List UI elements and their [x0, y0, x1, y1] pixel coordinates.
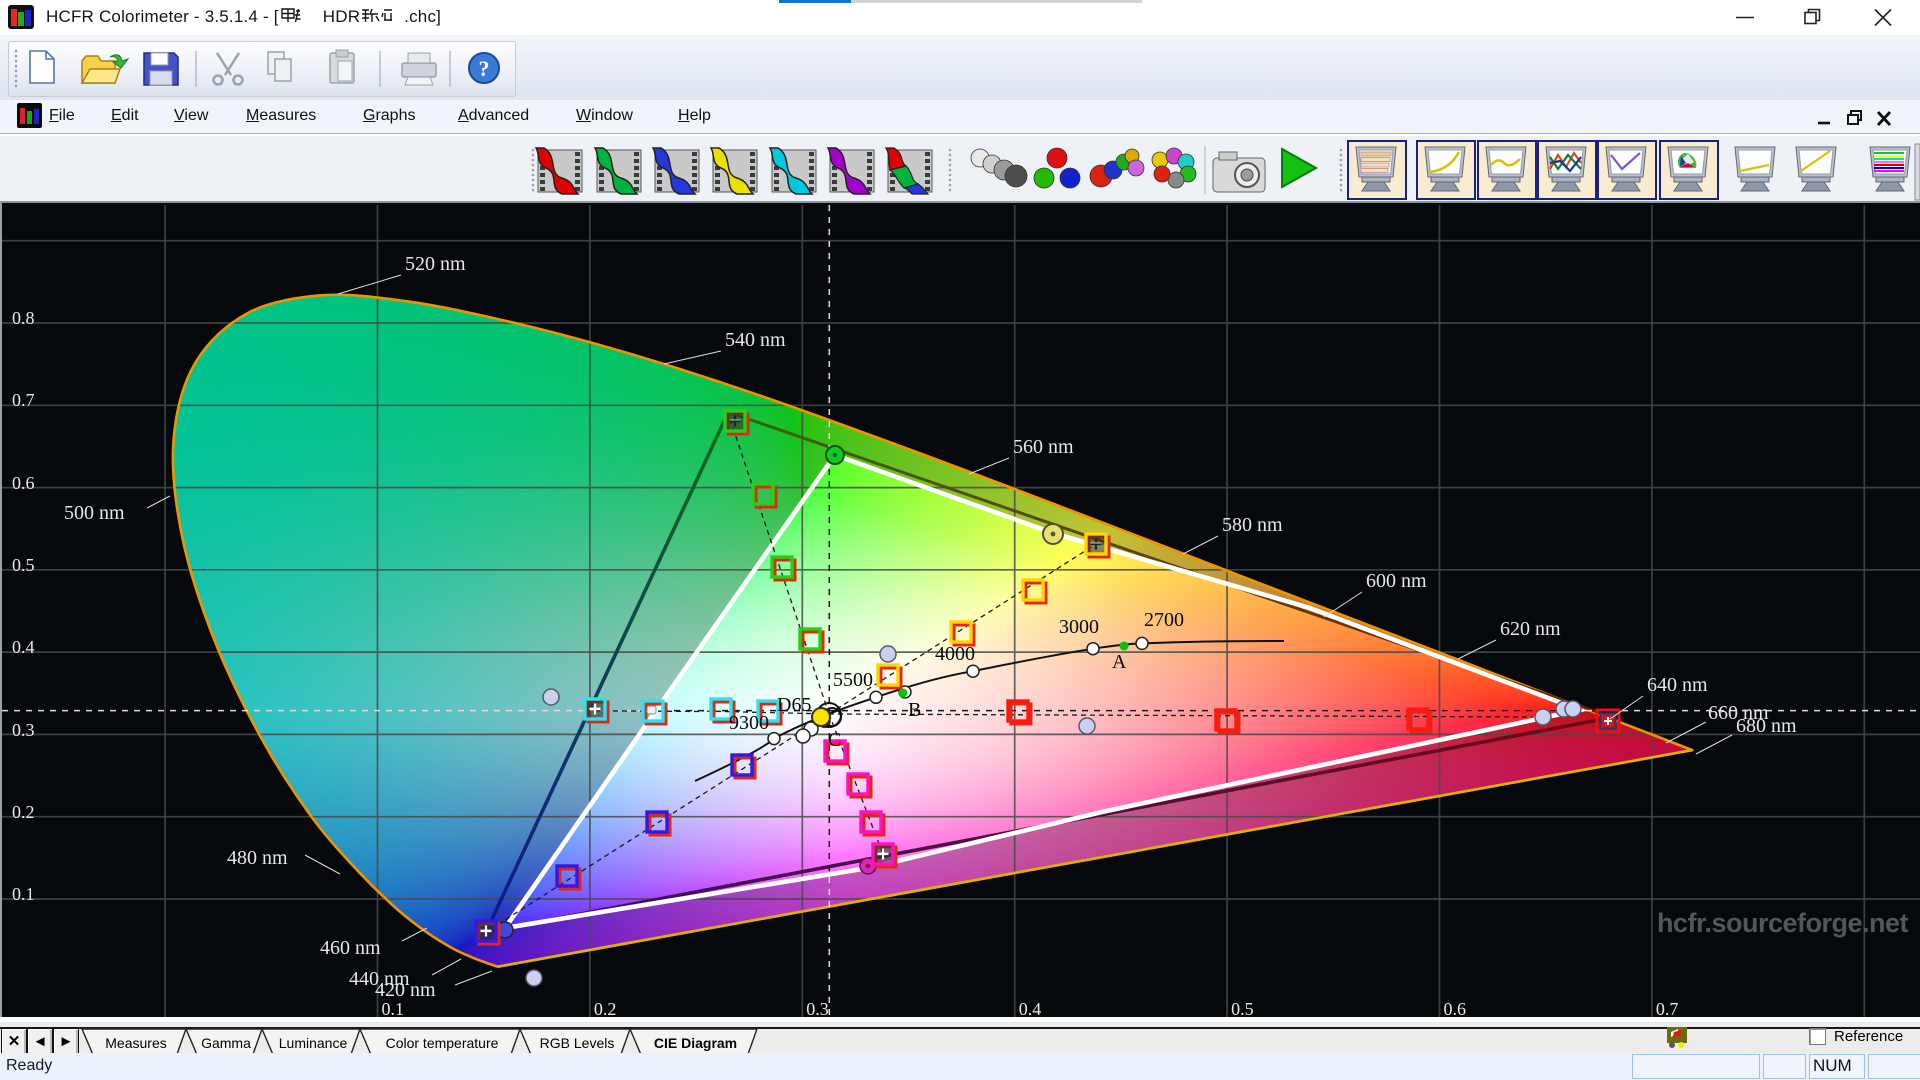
svg-text:hcfr.sourceforge.net: hcfr.sourceforge.net: [1657, 908, 1909, 938]
svg-text:Luminance: Luminance: [279, 1035, 348, 1051]
svg-text:A: A: [1112, 651, 1127, 673]
svg-text:460 nm: 460 nm: [320, 937, 381, 959]
svg-text:D65: D65: [777, 694, 811, 716]
svg-text:540 nm: 540 nm: [725, 329, 786, 351]
svg-text:9300: 9300: [729, 712, 769, 734]
svg-text:CIE Diagram: CIE Diagram: [654, 1035, 737, 1051]
svg-text:C: C: [828, 729, 841, 751]
svg-text:0.5: 0.5: [12, 555, 35, 575]
svg-text:0.8: 0.8: [12, 308, 35, 328]
svg-text:680 nm: 680 nm: [1736, 715, 1797, 737]
svg-text:600 nm: 600 nm: [1366, 570, 1427, 592]
svg-text:500 nm: 500 nm: [64, 502, 125, 524]
svg-text:B: B: [908, 699, 921, 721]
svg-text:560 nm: 560 nm: [1013, 436, 1074, 458]
svg-text:Color temperature: Color temperature: [386, 1035, 499, 1051]
svg-text:0.6: 0.6: [12, 473, 35, 493]
svg-text:2700: 2700: [1144, 609, 1184, 631]
svg-text:640 nm: 640 nm: [1647, 674, 1708, 696]
svg-text:0.3: 0.3: [806, 999, 829, 1019]
svg-text:0.7: 0.7: [12, 390, 35, 410]
svg-text:Gamma: Gamma: [201, 1035, 251, 1051]
svg-text:4000: 4000: [935, 643, 975, 665]
svg-text:0.2: 0.2: [594, 999, 617, 1019]
svg-text:0.4: 0.4: [1019, 999, 1041, 1019]
svg-text:3000: 3000: [1059, 616, 1099, 638]
svg-text:RGB Levels: RGB Levels: [540, 1035, 615, 1051]
svg-text:0.4: 0.4: [12, 637, 35, 657]
svg-text:520 nm: 520 nm: [405, 253, 466, 275]
svg-text:620 nm: 620 nm: [1500, 618, 1561, 640]
svg-text:480 nm: 480 nm: [227, 847, 288, 869]
svg-text:?: ?: [479, 56, 490, 81]
svg-text:5500: 5500: [833, 669, 873, 691]
svg-text:Measures: Measures: [105, 1035, 166, 1051]
svg-text:0.3: 0.3: [12, 720, 35, 740]
svg-text:0.7: 0.7: [1656, 999, 1679, 1019]
svg-text:0.1: 0.1: [12, 884, 35, 904]
svg-text:0.5: 0.5: [1231, 999, 1254, 1019]
svg-text:0.2: 0.2: [12, 802, 35, 822]
svg-text:420 nm: 420 nm: [375, 979, 436, 1001]
svg-text:0.6: 0.6: [1444, 999, 1467, 1019]
svg-text:0.1: 0.1: [382, 999, 405, 1019]
svg-text:580 nm: 580 nm: [1222, 514, 1283, 536]
